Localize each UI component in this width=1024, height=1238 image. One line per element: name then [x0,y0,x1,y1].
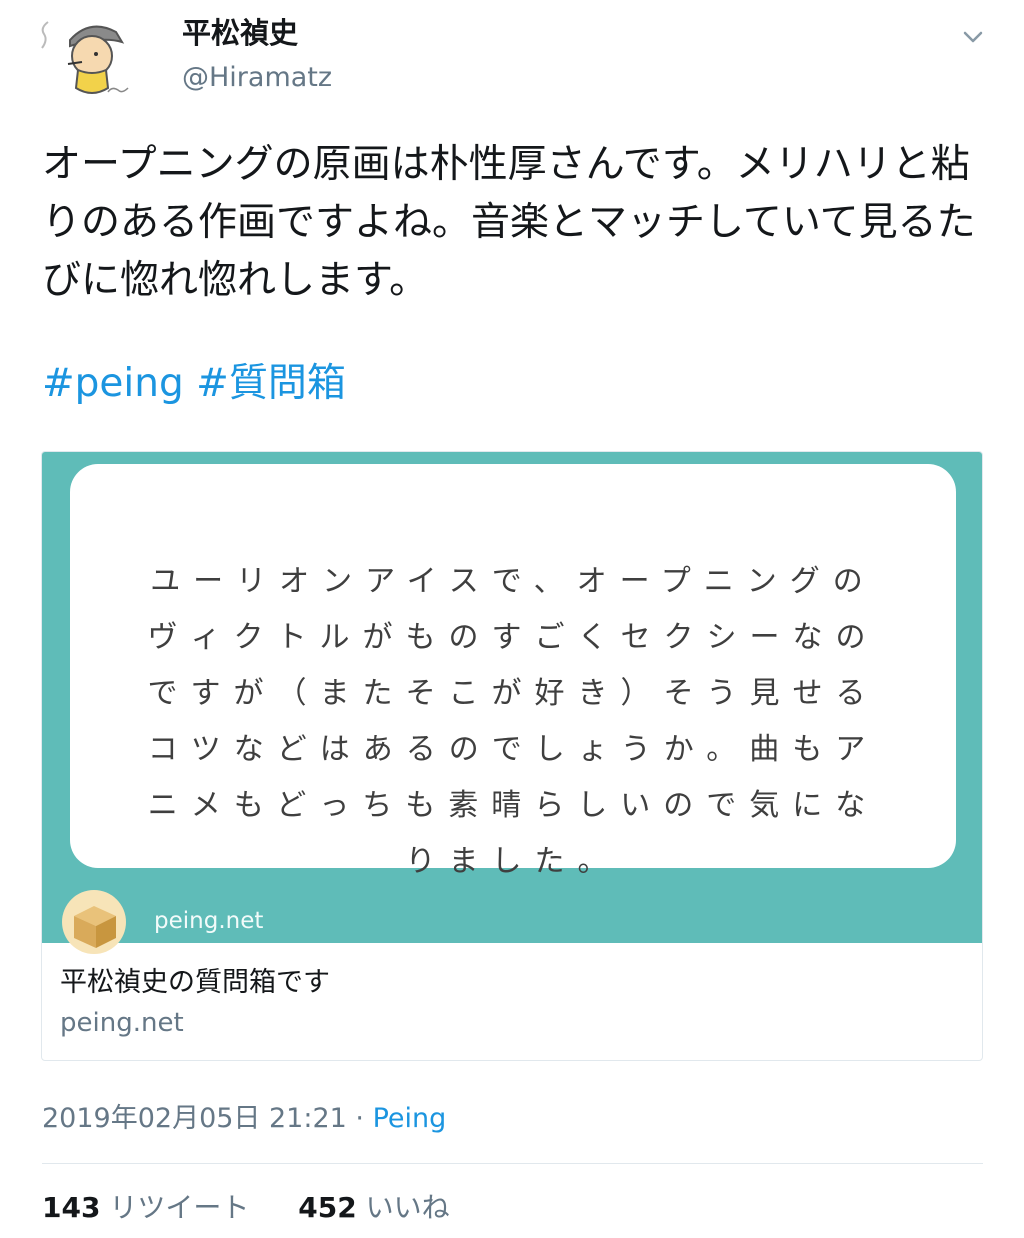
hashtags: #peing #質問箱 [42,356,346,412]
peing-logo [62,890,126,954]
avatar[interactable] [38,10,138,100]
question-box: ユーリオンアイスで、オープニングのヴィクトルがものすごくセクシーなのですが（また… [70,464,956,879]
retweets-count: 143 [42,1191,101,1224]
timestamp[interactable]: 2019年02月05日 21:21 [42,1103,347,1134]
link-card[interactable]: ユーリオンアイスで、オープニングのヴィクトルがものすごくセクシーなのですが（また… [41,451,983,1061]
question-text: ユーリオンアイスで、オープニングのヴィクトルがものすごくセクシーなのですが（また… [147,564,879,879]
card-image: ユーリオンアイスで、オープニングのヴィクトルがものすごくセクシーなのですが（また… [42,452,982,954]
retweets-stat[interactable]: 143 リツイート [42,1186,249,1226]
user-handle[interactable]: @Hiramatz [182,62,332,93]
divider [42,1163,983,1164]
source-link[interactable]: Peing [373,1103,447,1134]
likes-label: いいね [365,1191,450,1224]
tweet-header: 平松禎史 @Hiramatz [0,0,1024,120]
card-image-domain: peing.net [154,908,264,934]
likes-stat[interactable]: 452 いいね [298,1186,449,1226]
avatar-illustration-icon [41,21,129,94]
card-title: 平松禎史の質問箱です [60,967,330,998]
tweet-meta: 2019年02月05日 21:21 · Peing [42,1096,446,1135]
chevron-down-icon[interactable] [958,22,988,52]
display-name[interactable]: 平松禎史 [182,10,298,52]
retweets-label: リツイート [109,1191,250,1224]
tweet-text: オープニングの原画は朴性厚さんです。メリハリと粘りのある作画ですよね。音楽とマッ… [42,142,976,303]
card-domain: peing.net [60,1008,184,1038]
tweet-stats: 143 リツイート 452 いいね [42,1186,450,1226]
hashtag-link[interactable]: #質問箱 [196,361,346,406]
likes-count: 452 [298,1191,357,1224]
meta-separator: · [355,1103,365,1134]
hashtag-link[interactable]: #peing [42,361,184,406]
